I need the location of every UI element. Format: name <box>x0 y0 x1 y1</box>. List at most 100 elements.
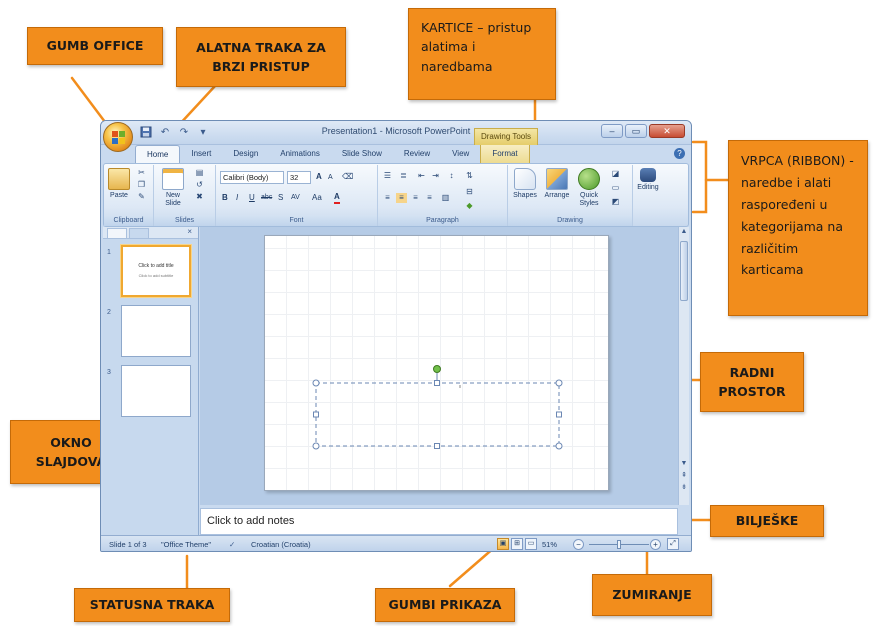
shapes-label: Shapes <box>513 192 537 199</box>
tab-design[interactable]: Design <box>222 145 269 163</box>
new-slide-label: New Slide <box>165 192 181 207</box>
slide-thumbnail-2[interactable] <box>121 305 191 357</box>
normal-view-button[interactable]: ▣ <box>497 538 509 550</box>
slide-thumb-subtitle: Click to add subtitle <box>138 273 174 278</box>
change-case-button[interactable]: Aa <box>312 193 322 203</box>
slide-canvas[interactable] <box>264 235 609 491</box>
slides-pane-tabs: × <box>103 227 198 239</box>
scrollbar-thumb[interactable] <box>680 241 688 301</box>
text-direction-icon[interactable]: ⇅ <box>464 171 475 181</box>
zoom-in-button[interactable]: + <box>650 539 661 550</box>
close-button[interactable]: ✕ <box>649 124 685 138</box>
new-slide-button[interactable]: New Slide <box>158 168 188 208</box>
slide-thumbnail-3[interactable] <box>121 365 191 417</box>
vertical-scrollbar[interactable]: ▲ ▼ ⇞ ⇟ <box>678 227 689 505</box>
font-color-button[interactable]: A <box>334 192 340 204</box>
smartart-icon[interactable]: ◆ <box>464 201 475 211</box>
pointer-gumb-office <box>70 76 110 128</box>
shape-effects-icon[interactable]: ◩ <box>610 197 621 207</box>
clear-formatting-icon[interactable]: ⌫ <box>342 172 353 182</box>
shrink-font-button[interactable]: A <box>328 173 333 183</box>
previous-slide-icon[interactable]: ⇞ <box>679 471 689 481</box>
tab-slides-thumbnails[interactable] <box>107 228 127 238</box>
fit-to-window-button[interactable]: ⤢ <box>667 538 679 550</box>
paste-button[interactable]: Paste <box>106 168 132 200</box>
font-name-select[interactable]: Calibri (Body) <box>220 171 284 184</box>
arrange-button[interactable]: Arrange <box>542 168 572 200</box>
group-font-label: Font <box>216 215 377 226</box>
callout-radni-prostor-line-2: PROSTOR <box>718 384 786 399</box>
quick-styles-button[interactable]: Quick Styles <box>574 168 604 208</box>
align-right-icon[interactable]: ≡ <box>410 193 421 203</box>
slide-thumb-number-3: 3 <box>107 369 111 376</box>
slide-thumbnail-1[interactable]: Click to add title Click to add subtitle <box>121 245 191 297</box>
zoom-out-button[interactable]: − <box>573 539 584 550</box>
align-text-icon[interactable]: ⊟ <box>464 187 475 197</box>
binoculars-icon <box>640 168 656 182</box>
callout-zumiranje: ZUMIRANJE <box>592 574 712 616</box>
next-slide-icon[interactable]: ⇟ <box>679 483 689 493</box>
ribbon: Paste ✂ ❐ ✎ Clipboard New Slide ▤ ↺ ✖ Sl… <box>103 163 689 227</box>
quick-styles-icon <box>578 168 600 190</box>
office-button[interactable] <box>103 122 133 152</box>
italic-button[interactable]: I <box>236 193 238 203</box>
tab-home[interactable]: Home <box>135 145 181 163</box>
font-size-select[interactable]: 32 <box>287 171 311 184</box>
align-left-icon[interactable]: ≡ <box>382 193 393 203</box>
line-spacing-icon[interactable]: ↕ <box>446 171 457 181</box>
decrease-indent-icon[interactable]: ⇤ <box>416 171 427 181</box>
align-center-icon[interactable]: ≡ <box>396 193 407 203</box>
slide-show-view-button[interactable]: ▭ <box>525 538 537 550</box>
editing-button[interactable]: Editing <box>635 168 661 192</box>
slide-sorter-view-button[interactable]: ⊞ <box>511 538 523 550</box>
tab-outline[interactable] <box>129 228 149 238</box>
tab-review[interactable]: Review <box>393 145 441 163</box>
selected-placeholder[interactable] <box>265 236 610 492</box>
minimize-button[interactable]: – <box>601 124 623 138</box>
tab-animations[interactable]: Animations <box>269 145 331 163</box>
underline-button[interactable]: U <box>249 193 255 203</box>
slide-thumb-title: Click to add title <box>138 263 174 269</box>
maximize-button[interactable]: ▭ <box>625 124 647 138</box>
resize-handle-br <box>555 442 563 450</box>
new-slide-icon <box>162 168 184 190</box>
copy-icon[interactable]: ❐ <box>136 180 147 190</box>
bold-button[interactable]: B <box>222 193 228 203</box>
bullets-icon[interactable]: ☰ <box>382 171 393 181</box>
reset-icon[interactable]: ↺ <box>194 180 205 190</box>
tab-view[interactable]: View <box>441 145 480 163</box>
zoom-level[interactable]: 51% <box>542 540 557 549</box>
character-spacing-button[interactable]: AV <box>291 193 300 203</box>
theme-name: "Office Theme" <box>161 540 212 549</box>
shape-outline-icon[interactable]: ▭ <box>610 183 621 193</box>
numbering-icon[interactable]: ≣ <box>398 171 409 181</box>
zoom-slider-knob[interactable] <box>617 540 621 549</box>
grow-font-button[interactable]: A <box>316 172 322 182</box>
scroll-down-icon[interactable]: ▼ <box>679 459 689 469</box>
help-icon[interactable]: ? <box>674 148 685 159</box>
slide-thumb-number-2: 2 <box>107 309 111 316</box>
cut-icon[interactable]: ✂ <box>136 168 147 178</box>
spell-check-icon[interactable]: ✓ <box>229 540 235 549</box>
tab-slide-show[interactable]: Slide Show <box>331 145 393 163</box>
notes-pane[interactable]: Click to add notes <box>200 508 678 535</box>
shadow-button[interactable]: S <box>278 193 283 203</box>
status-bar: Slide 1 of 3 "Office Theme" ✓ Croatian (… <box>101 535 691 551</box>
close-pane-icon[interactable]: × <box>187 227 192 236</box>
justify-icon[interactable]: ≡ <box>424 193 435 203</box>
format-painter-icon[interactable]: ✎ <box>136 192 147 202</box>
callout-okno-slajdova-line-1: OKNO <box>50 434 92 450</box>
callout-vrpca-line-2: naredbe i alati <box>741 174 832 190</box>
shape-fill-icon[interactable]: ◪ <box>610 169 621 179</box>
shapes-button[interactable]: Shapes <box>510 168 540 200</box>
tab-format[interactable]: Format <box>480 145 530 163</box>
columns-icon[interactable]: ▥ <box>440 193 451 203</box>
strikethrough-button[interactable]: abc <box>261 193 272 203</box>
layout-icon[interactable]: ▤ <box>194 168 205 178</box>
callout-kartice-line-3: naredbama <box>421 58 493 74</box>
delete-slide-icon[interactable]: ✖ <box>194 192 205 202</box>
tab-insert[interactable]: Insert <box>180 145 222 163</box>
group-slides: New Slide ▤ ↺ ✖ Slides <box>154 165 216 226</box>
scroll-up-icon[interactable]: ▲ <box>679 227 689 237</box>
increase-indent-icon[interactable]: ⇥ <box>430 171 441 181</box>
